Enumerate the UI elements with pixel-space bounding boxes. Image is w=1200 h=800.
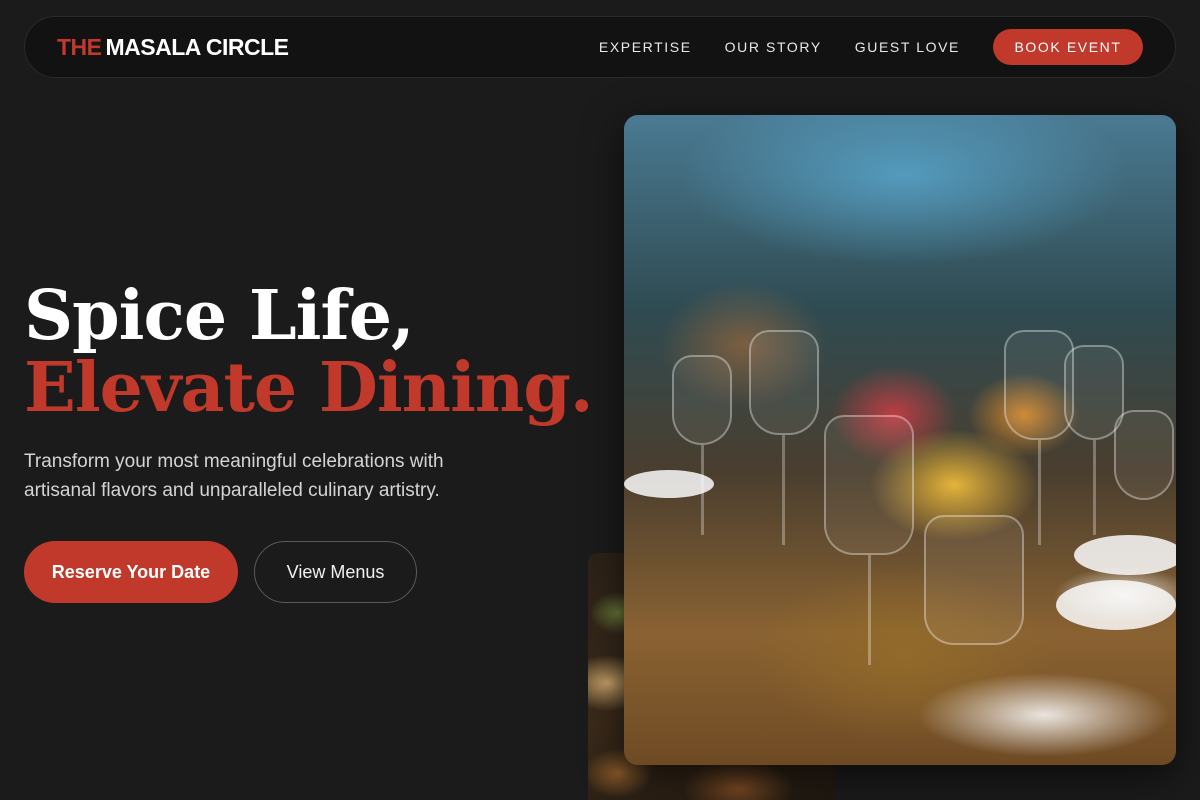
nav-link-our-story[interactable]: OUR STORY [725,39,822,55]
plate-shape [1074,535,1176,575]
hero-title-line2: Elevate Dining. [24,348,594,428]
wine-glass-shape [924,515,1024,645]
brand-logo-name: MASALA CIRCLE [105,33,290,60]
landing-page: THE MASALA CIRCLE EXPERTISE OUR STORY GU… [0,0,1200,800]
view-menus-button[interactable]: View Menus [254,541,417,603]
hero-title: Spice Life, Elevate Dining. [24,276,594,428]
plate-shape [1056,580,1176,630]
nav-link-guest-love[interactable]: GUEST LOVE [855,39,960,55]
brand-logo-accent: THE [57,33,102,60]
hero-subtitle: Transform your most meaningful celebrati… [24,451,444,501]
nav-links: EXPERTISE OUR STORY GUEST LOVE BOOK EVEN… [599,29,1143,65]
nav-link-expertise[interactable]: EXPERTISE [599,39,692,55]
glass-stem-shape [782,435,785,545]
glass-stem-shape [868,555,871,665]
reserve-date-button[interactable]: Reserve Your Date [24,541,238,603]
wine-glass-shape [749,330,819,435]
glass-stem-shape [1038,440,1041,545]
wine-glass-shape [1114,410,1174,500]
glass-stem-shape [1093,440,1096,535]
plate-shape [624,470,714,498]
wine-glass-shape [824,415,914,555]
table-setting-photo [624,115,1176,765]
wine-glass-shape [672,355,732,445]
book-event-button[interactable]: BOOK EVENT [993,29,1143,65]
hero-title-line1: Spice Life, [24,276,415,356]
top-nav: THE MASALA CIRCLE EXPERTISE OUR STORY GU… [24,16,1176,78]
brand-logo[interactable]: THE MASALA CIRCLE [57,34,289,61]
